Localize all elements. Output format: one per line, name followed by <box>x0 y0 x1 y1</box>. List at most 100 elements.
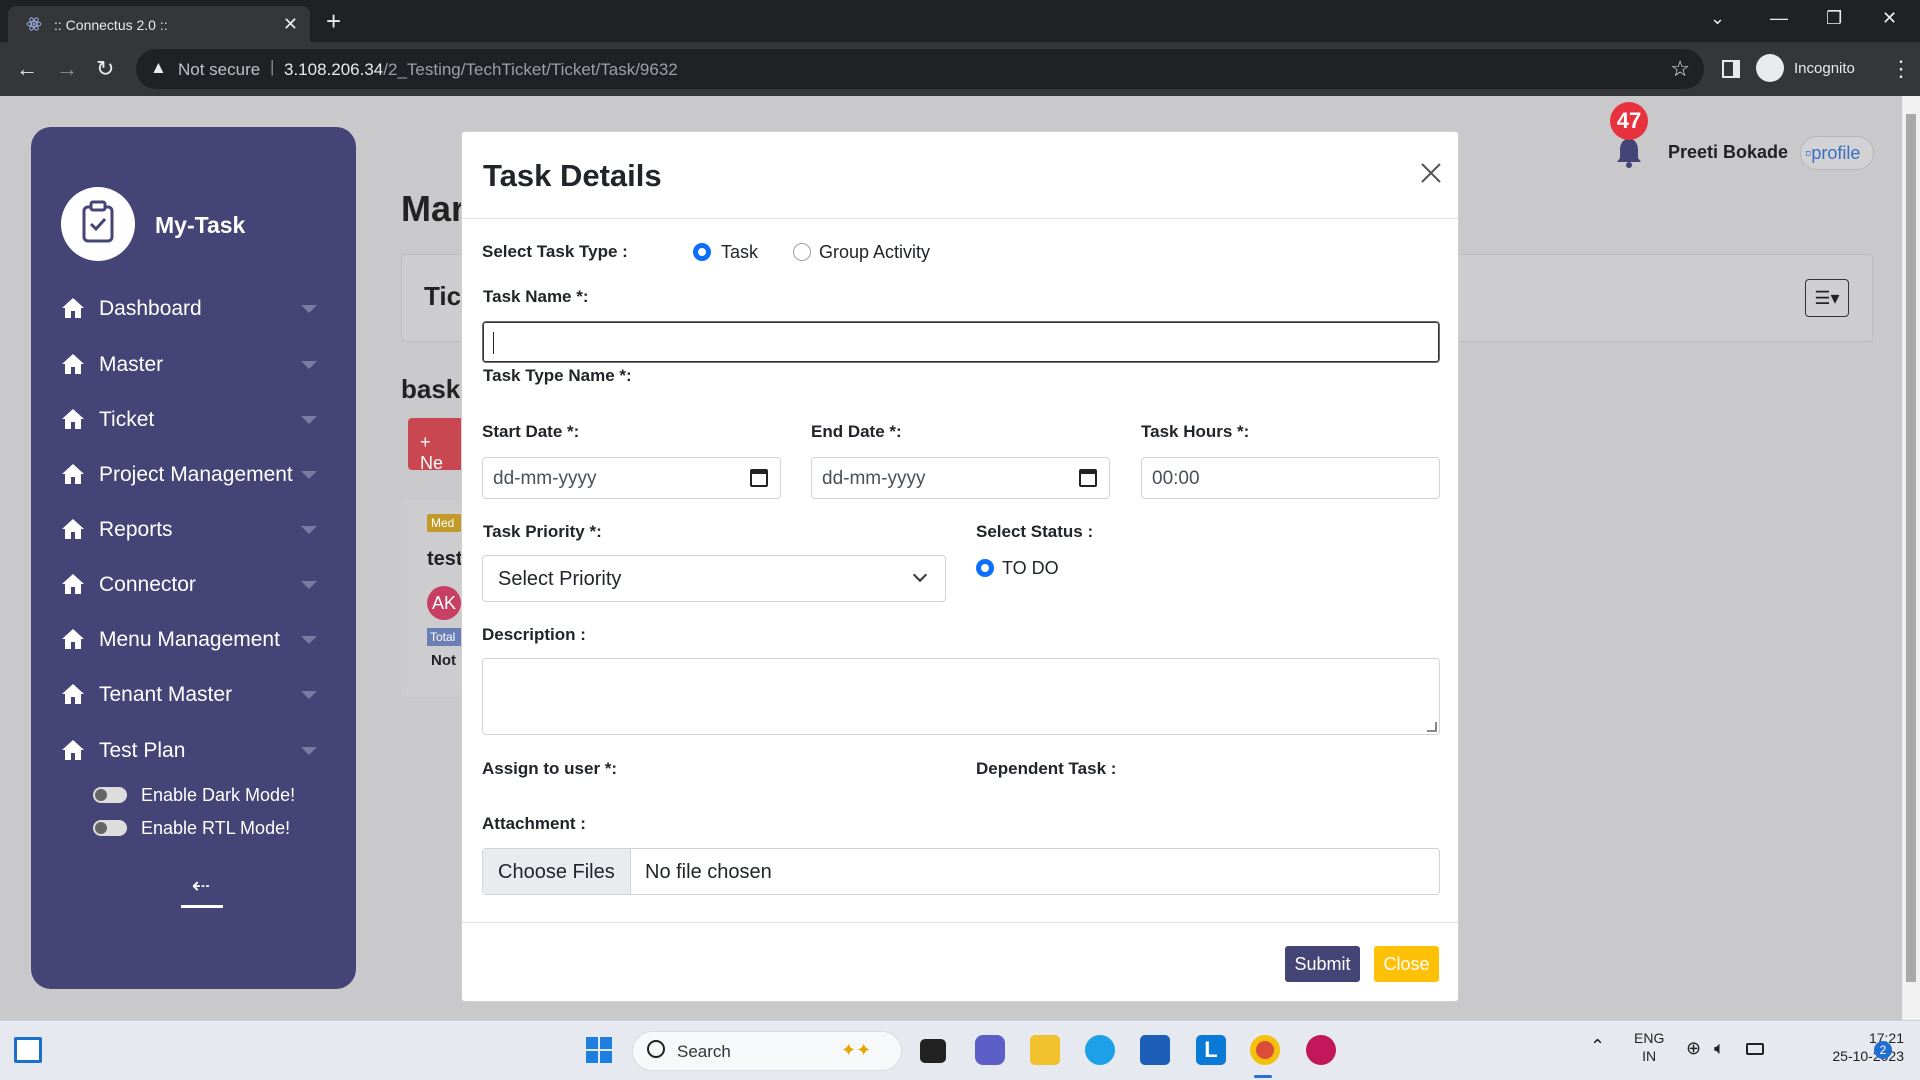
tab-search-chevron-icon[interactable]: ⌄ <box>1710 8 1725 29</box>
task-view-icon[interactable] <box>920 1039 946 1063</box>
microsoft-store-icon[interactable] <box>1140 1035 1170 1065</box>
assign-to-user-label: Assign to user *: <box>482 759 618 778</box>
task-title: test <box>427 548 463 570</box>
resize-handle-icon[interactable] <box>1427 722 1437 732</box>
section-title: bask <box>401 374 461 404</box>
active-app-indicator <box>1254 1075 1272 1078</box>
task-name-input[interactable] <box>482 321 1440 363</box>
separator: | <box>270 57 275 76</box>
incognito-icon <box>1756 54 1784 82</box>
rtl-mode-toggle[interactable] <box>93 820 127 836</box>
calendar-icon[interactable] <box>750 469 768 487</box>
description-textarea[interactable] <box>482 658 1440 735</box>
bookmark-star-icon[interactable]: ☆ <box>1670 56 1690 82</box>
chevron-up-icon[interactable]: ⌃ <box>1590 1037 1605 1055</box>
minimize-icon[interactable]: — <box>1770 8 1788 29</box>
windows-taskbar: Search ✦✦ L ⌃ ENG IN ⊕ 🔈︎ 17:21 25-10-20… <box>0 1020 1920 1080</box>
clipboard-check-icon <box>82 200 114 243</box>
home-icon <box>62 740 84 760</box>
calendar-icon[interactable] <box>1079 469 1097 487</box>
windows-start-icon[interactable] <box>584 1035 614 1065</box>
profile-image[interactable]: ▫profile <box>1800 136 1874 170</box>
scrollbar-thumb[interactable] <box>1906 114 1916 982</box>
back-icon[interactable]: ← <box>16 56 38 82</box>
network-icon[interactable]: ⊕ <box>1686 1039 1701 1057</box>
notification-center-badge[interactable]: 2 <box>1874 1041 1892 1059</box>
url-text: 3.108.206.34/2_Testing/TechTicket/Ticket… <box>284 60 678 79</box>
side-panel-icon[interactable] <box>1722 60 1740 78</box>
status-radio-todo[interactable] <box>976 559 994 577</box>
task-type-radio-group-activity[interactable] <box>793 243 811 261</box>
sidebar-item-reports[interactable]: Reports <box>61 510 331 550</box>
no-file-chosen-text: No file chosen <box>645 861 772 883</box>
brand-name: My-Task <box>155 212 246 238</box>
sidebar-item-master[interactable]: Master <box>61 345 331 385</box>
forward-icon[interactable]: → <box>56 56 78 82</box>
task-card[interactable]: Med test AK Total Not <box>401 500 463 697</box>
filter-menu-button[interactable]: ☰▾ <box>1805 279 1849 317</box>
sidebar-item-ticket[interactable]: Ticket <box>61 400 331 440</box>
task-type-name-label: Task Type Name *: <box>483 366 632 385</box>
collapse-sidebar-button[interactable]: ⇠ <box>179 873 223 909</box>
edge-browser-icon[interactable] <box>1085 1035 1115 1065</box>
task-type-radio-task[interactable] <box>693 243 711 261</box>
not-secure-label: Not secure <box>178 60 261 79</box>
sidebar-item-connector[interactable]: Connector <box>61 565 331 605</box>
widgets-icon[interactable] <box>14 1037 42 1063</box>
chevron-down-icon <box>301 471 317 479</box>
end-date-label: End Date *: <box>811 422 902 441</box>
task-name-label: Task Name *: <box>483 287 589 306</box>
chevron-down-icon <box>301 636 317 644</box>
bell-icon <box>1617 139 1641 168</box>
close-button[interactable]: Close <box>1374 946 1439 982</box>
browser-menu-icon[interactable]: ⋮ <box>1890 56 1912 82</box>
close-icon[interactable] <box>1416 158 1446 188</box>
volume-icon[interactable]: 🔈︎ <box>1714 1039 1725 1057</box>
teams-chat-icon[interactable] <box>975 1035 1005 1065</box>
task-details-modal: Task Details Select Task Type : Task Gro… <box>461 131 1459 1002</box>
wps-office-icon[interactable] <box>1306 1035 1336 1065</box>
new-task-button[interactable]: + Ne <box>408 418 468 473</box>
sidebar-item-project-management[interactable]: Project Management <box>61 455 331 495</box>
submit-button[interactable]: Submit <box>1285 946 1360 982</box>
window-close-icon[interactable]: ✕ <box>1882 8 1897 29</box>
sidebar: My-Task Dashboard Master Ticket Project … <box>31 127 356 989</box>
sidebar-item-tenant-master[interactable]: Tenant Master <box>61 675 331 715</box>
task-hours-label: Task Hours *: <box>1141 422 1250 441</box>
task-priority-select[interactable]: Select Priority <box>482 555 946 602</box>
attachment-label: Attachment : <box>482 814 586 833</box>
task-hours-input[interactable]: 00:00 <box>1141 457 1440 499</box>
chevron-down-icon <box>301 526 317 534</box>
sidebar-item-menu-management[interactable]: Menu Management <box>61 620 331 660</box>
tab-close-icon[interactable]: ✕ <box>283 14 298 35</box>
battery-icon[interactable] <box>1746 1043 1764 1055</box>
arrow-left-icon: ⇠ <box>191 873 211 898</box>
search-highlight-icon: ✦✦ <box>841 1040 872 1060</box>
language-indicator[interactable]: ENG IN <box>1634 1029 1664 1065</box>
address-bar[interactable]: ▲ Not secure | 3.108.206.34/2_Testing/Te… <box>136 49 1704 89</box>
sidebar-item-dashboard[interactable]: Dashboard <box>61 289 331 329</box>
home-icon <box>62 684 84 704</box>
chevron-down-icon <box>301 361 317 369</box>
attachment-file-input[interactable]: Choose Files No file chosen <box>482 848 1440 895</box>
reload-icon[interactable]: ↻ <box>96 56 114 82</box>
end-date-input[interactable]: dd-mm-yyyy <box>811 457 1110 499</box>
l-app-icon[interactable]: L <box>1196 1035 1226 1065</box>
page-scrollbar[interactable] <box>1902 96 1920 1020</box>
select-status-label: Select Status : <box>976 522 1094 541</box>
avatar: AK <box>427 586 461 620</box>
choose-files-button[interactable]: Choose Files <box>483 849 631 894</box>
incognito-indicator[interactable]: Incognito <box>1756 54 1888 86</box>
file-explorer-icon[interactable] <box>1030 1035 1060 1065</box>
new-tab-icon[interactable]: + <box>326 6 341 37</box>
browser-tab[interactable]: :: Connectus 2.0 :: ✕ <box>8 6 310 42</box>
status-option-todo: TO DO <box>1002 558 1059 578</box>
home-icon <box>62 519 84 539</box>
taskbar-search[interactable]: Search ✦✦ <box>632 1031 902 1071</box>
start-date-input[interactable]: dd-mm-yyyy <box>482 457 781 499</box>
sidebar-item-test-plan[interactable]: Test Plan <box>61 731 331 771</box>
dark-mode-toggle[interactable] <box>93 787 127 803</box>
restore-icon[interactable]: ❐ <box>1826 8 1842 29</box>
chrome-icon[interactable] <box>1250 1035 1280 1065</box>
notification-count-badge: 47 <box>1610 102 1648 140</box>
